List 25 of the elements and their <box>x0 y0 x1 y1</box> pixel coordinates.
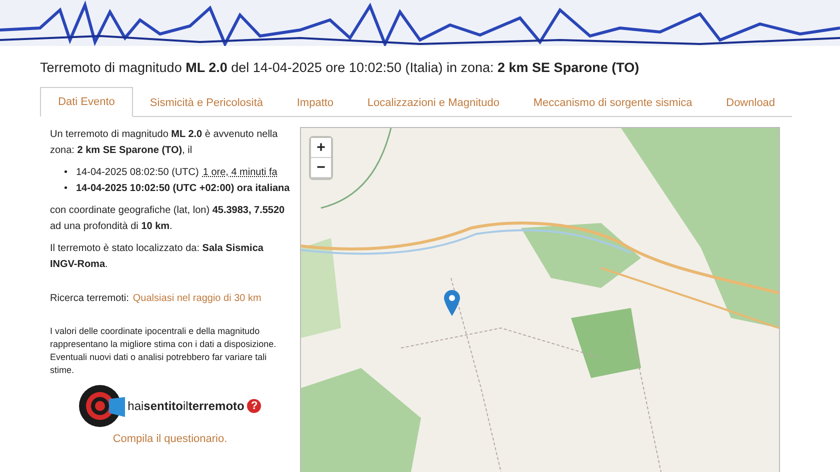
event-time: 14-04-2025 10:02:50 (UTC +02:00) ora italiana <box>76 182 290 196</box>
tab[interactable]: Sismicità e Pericolosità <box>133 87 280 117</box>
relative-time: 1 ore, 4 minuti fa <box>202 166 278 180</box>
tab[interactable]: Dati Evento <box>40 87 133 117</box>
help-badge[interactable]: ? <box>247 399 262 413</box>
search-link[interactable]: Qualsiasi nel raggio di 30 km <box>132 291 262 307</box>
questionnaire-link[interactable]: Compila il questionario. <box>112 431 228 447</box>
tab[interactable]: Impatto <box>280 87 350 117</box>
tab[interactable]: Localizzazioni e Magnitudo <box>350 87 516 117</box>
logo-text: haisentitoilterremoto <box>128 398 244 414</box>
disclaimer-text: I valori delle coordinate ipocentrali e della magnitudo rappresentano la migliore stima con i dati a disposizione. Eventuali nuovi dati o analisi potrebbero far variare tali stime. <box>50 325 278 377</box>
location-source-text: Il terremoto è stato localizzato da: Sala Sismica INGV-Roma. <box>50 242 264 272</box>
bullet: • <box>64 182 69 196</box>
event-summary: Un terremoto di magnitudo ML 2.0 è avvenuto nella zona: 2 km SE Sparone (TO), il <box>50 128 279 158</box>
tab[interactable]: Meccanismo di sorgente sismica <box>516 87 710 117</box>
search-label: Ricerca terremoti: <box>50 292 129 306</box>
event-time: 14-04-2025 08:02:50 (UTC) <box>76 166 199 180</box>
coordinates-text: con coordinate geografiche (lat, lon) 45.3983, 7.5520 ad una profondità di 10 km. <box>50 204 286 234</box>
zoom-out-button[interactable]: − <box>311 158 331 178</box>
page-title: Terremoto di magnitudo ML 2.0 del 14-04-2025 ore 10:02:50 (Italia) in zona: 2 km SE Sparone (TO) <box>40 59 640 77</box>
bullet: • <box>64 166 69 180</box>
tab[interactable]: Download <box>709 87 792 117</box>
target-logo-icon[interactable] <box>78 385 125 427</box>
zoom-in-button[interactable]: + <box>311 138 331 158</box>
map-pin-icon[interactable] <box>444 290 460 316</box>
